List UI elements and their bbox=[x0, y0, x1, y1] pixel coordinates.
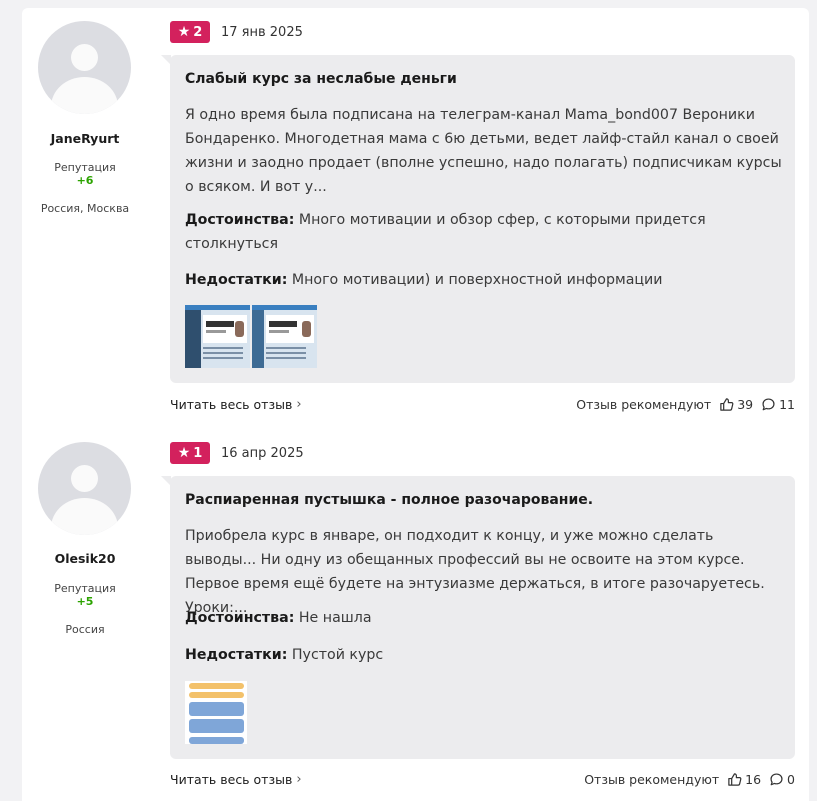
comments-button[interactable]: 11 bbox=[761, 397, 795, 412]
avatar-head bbox=[71, 465, 98, 492]
rating-value: 2 bbox=[193, 24, 203, 40]
reputation-label: Репутация bbox=[54, 582, 116, 595]
rating-badge: ★ 2 bbox=[170, 21, 210, 43]
review-footer: Отзыв рекомендуют 16 0 bbox=[584, 772, 795, 787]
avatar[interactable] bbox=[38, 442, 131, 535]
thumbs-up-icon bbox=[728, 773, 742, 786]
comment-icon bbox=[770, 773, 783, 786]
cons-text: Много мотивации) и поверхностной информа… bbox=[291, 272, 663, 288]
user-location: Россия, Москва bbox=[40, 202, 130, 215]
read-more-label: Читать весь отзыв bbox=[170, 397, 293, 412]
like-button[interactable]: 39 bbox=[719, 397, 753, 412]
review-cons: Недостатки: Пустой курс bbox=[185, 643, 785, 667]
chevron-right-icon: › bbox=[296, 397, 302, 412]
read-more-link[interactable]: Читать весь отзыв › bbox=[170, 397, 302, 412]
reputation-label: Репутация bbox=[54, 161, 116, 174]
speech-tail bbox=[161, 55, 171, 65]
review-image[interactable] bbox=[185, 305, 250, 368]
speech-tail bbox=[161, 476, 171, 486]
comments-count: 0 bbox=[787, 772, 795, 787]
review-body: Распиаренная пустышка - полное разочаров… bbox=[161, 476, 795, 759]
review-date: 16 апр 2025 bbox=[221, 446, 304, 461]
review-image[interactable] bbox=[185, 681, 247, 744]
avatar-head bbox=[71, 44, 98, 71]
review-body: Слабый курс за неслабые деньги Я одно вр… bbox=[161, 55, 795, 383]
rating-badge: ★ 1 bbox=[170, 442, 210, 464]
likes-count: 39 bbox=[737, 397, 754, 412]
cons-label: Недостатки: bbox=[185, 272, 288, 288]
chevron-right-icon: › bbox=[296, 772, 302, 787]
recommend-label: Отзыв рекомендуют bbox=[584, 772, 720, 787]
pros-label: Достоинства: bbox=[185, 212, 295, 228]
review-images bbox=[185, 305, 317, 368]
review-title[interactable]: Слабый курс за неслабые деньги bbox=[185, 71, 457, 87]
rating-value: 1 bbox=[193, 445, 203, 461]
comments-button[interactable]: 0 bbox=[769, 772, 795, 787]
username[interactable]: Olesik20 bbox=[22, 551, 148, 566]
avatar-body bbox=[51, 498, 118, 535]
read-more-link[interactable]: Читать весь отзыв › bbox=[170, 772, 302, 787]
thumbs-up-icon bbox=[720, 398, 734, 411]
review-date: 17 янв 2025 bbox=[221, 25, 303, 40]
avatar-body bbox=[51, 77, 118, 114]
review-text: Я одно время была подписана на телеграм-… bbox=[185, 107, 782, 195]
review-card: Olesik20 Репутация +5 Россия ★ 1 16 апр … bbox=[22, 428, 809, 801]
avatar[interactable] bbox=[38, 21, 131, 114]
likes-count: 16 bbox=[745, 772, 762, 787]
comments-count: 11 bbox=[779, 397, 795, 412]
username[interactable]: JaneRyurt bbox=[22, 131, 148, 146]
star-icon: ★ bbox=[177, 24, 191, 40]
cons-label: Недостатки: bbox=[185, 647, 288, 663]
review-footer: Отзыв рекомендуют 39 11 bbox=[576, 397, 795, 412]
review-image[interactable] bbox=[252, 305, 317, 368]
review-title[interactable]: Распиаренная пустышка - полное разочаров… bbox=[185, 492, 593, 508]
reputation-value: +6 bbox=[76, 174, 94, 187]
reputation-value: +5 bbox=[76, 595, 94, 608]
read-more-label: Читать весь отзыв bbox=[170, 772, 293, 787]
cons-text: Пустой курс bbox=[291, 647, 384, 663]
review-pros: Достоинства: Много мотивации и обзор сфе… bbox=[185, 208, 785, 256]
review-cons: Недостатки: Много мотивации) и поверхнос… bbox=[185, 268, 785, 292]
user-location: Россия bbox=[65, 623, 105, 636]
pros-label: Достоинства: bbox=[185, 610, 295, 626]
review-card: JaneRyurt Репутация +6 Россия, Москва ★ … bbox=[22, 8, 809, 428]
review-images bbox=[185, 681, 247, 744]
like-button[interactable]: 16 bbox=[727, 772, 761, 787]
recommend-label: Отзыв рекомендуют bbox=[576, 397, 712, 412]
pros-text: Не нашла bbox=[298, 610, 372, 626]
review-pros: Достоинства: Не нашла bbox=[185, 606, 785, 630]
star-icon: ★ bbox=[177, 445, 191, 461]
comment-icon bbox=[762, 398, 775, 411]
